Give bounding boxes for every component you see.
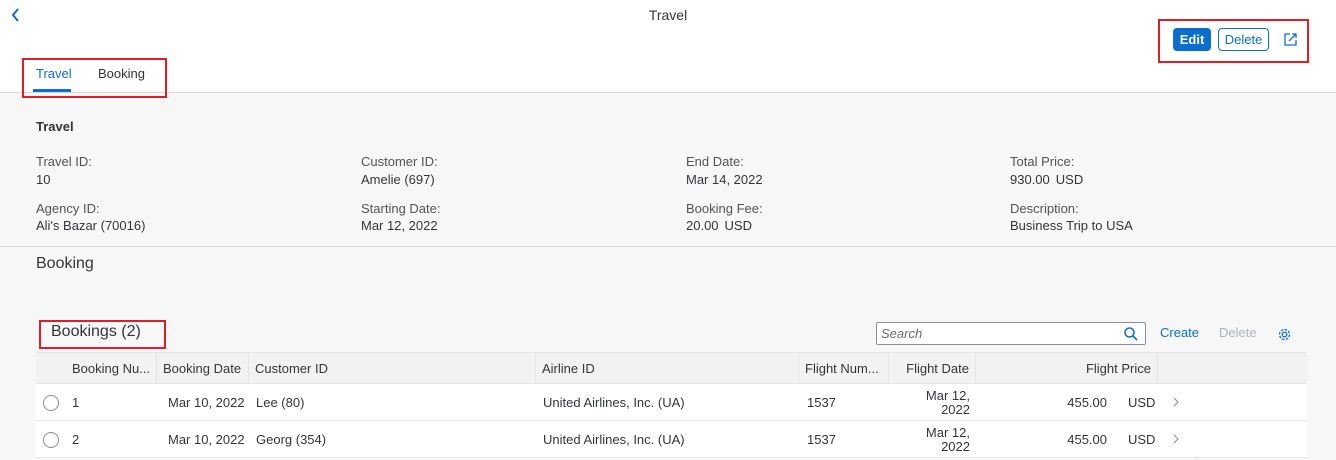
travel-id-label: Travel ID: (36, 154, 92, 169)
table-row[interactable]: 1 Mar 10, 2022 Lee (80) United Airlines,… (36, 384, 1307, 421)
currency-cell: USD (1128, 432, 1156, 447)
bookings-table-title: Bookings (2) (51, 323, 141, 340)
currency-cell: USD (1128, 395, 1156, 410)
row-select-radio[interactable] (43, 432, 59, 448)
booking-fee-amount: 20.00 (686, 218, 719, 233)
total-price-value: 930.00 USD (1010, 172, 1083, 187)
column-header-customer-id[interactable]: Customer ID (249, 353, 536, 384)
flight-number-cell: 1537 (807, 395, 836, 410)
delete-booking-button[interactable]: Delete (1219, 325, 1257, 340)
end-date-label: End Date: (686, 154, 744, 169)
customer-id-cell: Georg (354) (256, 432, 327, 447)
airline-id-cell: United Airlines, Inc. (UA) (543, 432, 685, 447)
booking-fee-label: Booking Fee: (686, 201, 763, 216)
column-header-booking-number[interactable]: Booking Nu... (66, 353, 157, 384)
flight-date-line2: 2022 (941, 401, 970, 417)
flight-number-cell: 1537 (807, 432, 836, 447)
travel-section-title: Travel (36, 119, 74, 134)
flight-price-cell: 455.00 (1067, 395, 1107, 410)
booking-fee-value: 20.00 USD (686, 218, 752, 233)
chevron-right-icon[interactable] (1170, 396, 1182, 408)
delete-button[interactable]: Delete (1218, 28, 1269, 51)
table-header: Booking Nu... Booking Date Customer ID A… (36, 352, 1307, 384)
share-icon (1283, 32, 1297, 46)
customer-id-value: Amelie (697) (361, 172, 435, 187)
description-value: Business Trip to USA (1010, 218, 1133, 233)
share-button[interactable] (1280, 29, 1300, 49)
customer-id-cell: Lee (80) (256, 395, 305, 410)
object-page-header: Travel Edit Delete Travel Booking (0, 0, 1336, 98)
flight-date-cell: Mar 12, 2022 (889, 421, 970, 458)
booking-section-title: Booking (36, 255, 94, 272)
tab-travel[interactable]: Travel (36, 66, 72, 81)
bookings-table: Booking Nu... Booking Date Customer ID A… (36, 352, 1307, 460)
chevron-right-icon[interactable] (1170, 433, 1182, 445)
description-label: Description: (1010, 201, 1079, 216)
page-title: Travel (648, 7, 688, 23)
flight-price-cell: 455.00 (1067, 432, 1107, 447)
column-header-flight-price[interactable]: Flight Price (976, 353, 1158, 384)
airline-id-cell: United Airlines, Inc. (UA) (543, 395, 685, 410)
agency-id-label: Agency ID: (36, 201, 100, 216)
starting-date-label: Starting Date: (361, 201, 441, 216)
row-select-radio[interactable] (43, 395, 59, 411)
section-divider (0, 246, 1336, 247)
search-field (876, 322, 1146, 345)
selected-tab-indicator (33, 89, 71, 92)
booking-number-cell: 1 (72, 395, 80, 410)
column-header-flight-date[interactable]: Flight Date (889, 353, 976, 384)
starting-date-value: Mar 12, 2022 (361, 218, 438, 233)
travel-id-value: 10 (36, 172, 51, 187)
table-row[interactable]: 2 Mar 10, 2022 Georg (354) United Airlin… (36, 421, 1307, 458)
search-input[interactable] (881, 325, 1111, 342)
booking-fee-currency: USD (724, 218, 752, 233)
create-button[interactable]: Create (1160, 325, 1199, 340)
flight-date-line1: Mar 12, (925, 387, 970, 403)
flight-date-line1: Mar 12, (925, 424, 970, 440)
booking-number-cell: 2 (72, 432, 80, 447)
total-price-amount: 930.00 (1010, 172, 1050, 187)
column-header-flight-number[interactable]: Flight Num... (799, 353, 889, 384)
total-price-label: Total Price: (1010, 154, 1075, 169)
edit-button[interactable]: Edit (1173, 28, 1211, 51)
total-price-currency: USD (1055, 172, 1084, 187)
search-icon[interactable] (1123, 326, 1139, 342)
tab-booking[interactable]: Booking (98, 66, 145, 81)
booking-date-cell: Mar 10, 2022 (168, 432, 245, 447)
agency-id-value: Ali's Bazar (70016) (36, 218, 146, 233)
column-header-booking-date[interactable]: Booking Date (157, 353, 249, 384)
booking-date-cell: Mar 10, 2022 (168, 395, 245, 410)
gear-icon[interactable] (1276, 326, 1293, 343)
customer-id-label: Customer ID: (361, 154, 438, 169)
flight-date-cell: Mar 12, 2022 (889, 384, 970, 421)
column-header-airline-id[interactable]: Airline ID (536, 353, 799, 384)
end-date-value: Mar 14, 2022 (686, 172, 763, 187)
flight-date-line2: 2022 (941, 438, 970, 454)
